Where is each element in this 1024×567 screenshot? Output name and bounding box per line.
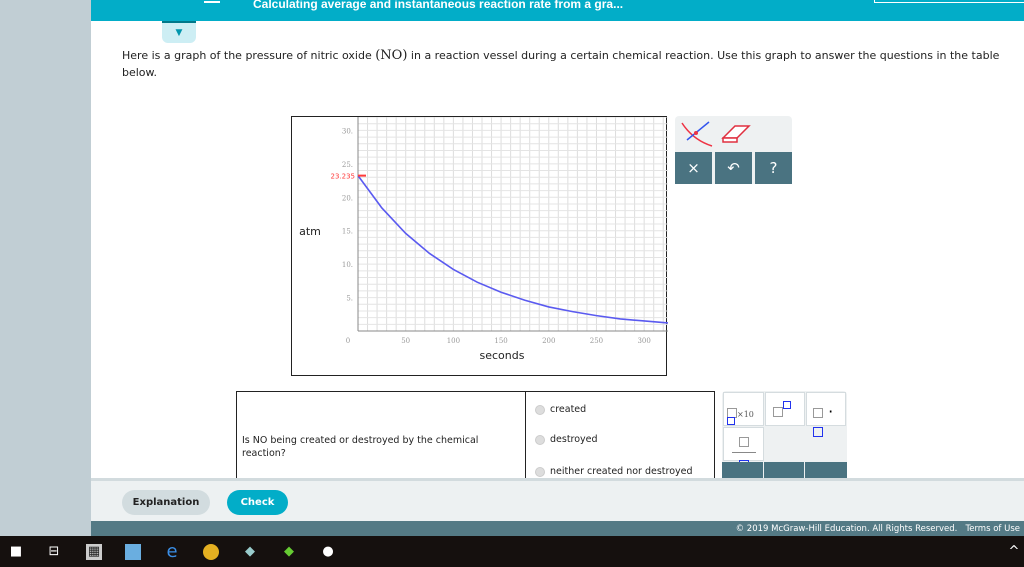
species-formula: (NO)	[375, 48, 408, 63]
y-tick-label: 30.	[342, 127, 353, 135]
copyright-text: © 2019 McGraw-Hill Education. All Rights…	[735, 524, 958, 534]
question-table: Is NO being created or destroyed by the …	[236, 391, 715, 482]
curve-tool-icon[interactable]	[679, 118, 715, 148]
task-view-icon[interactable]: ⊟	[46, 544, 62, 560]
option-label: destroyed	[550, 434, 598, 445]
caret-down-icon: ▼	[175, 28, 183, 38]
collapse-toggle[interactable]: ▼	[162, 21, 196, 43]
top-bar: Calculating average and instantaneous re…	[91, 0, 1024, 21]
multiply-dot-button[interactable]: ·	[806, 392, 846, 437]
steam-icon[interactable]: ●	[320, 544, 336, 560]
x-tick-label: 250	[590, 337, 603, 345]
x-tick-label: 300	[637, 337, 650, 345]
check-button[interactable]: Check	[227, 490, 288, 515]
help-button[interactable]: ?	[755, 152, 792, 184]
y-axis-label: atm	[299, 225, 321, 238]
radio-button[interactable]	[535, 466, 545, 477]
eraser-icon[interactable]	[719, 120, 753, 146]
option-label: neither created nor destroyed	[550, 466, 693, 477]
scientific-notation-button[interactable]: ×10	[723, 392, 764, 426]
math-palette: ×10 ·	[722, 391, 847, 481]
tray-chevron-icon[interactable]: ^	[1006, 544, 1022, 560]
explanation-button[interactable]: Explanation	[122, 490, 210, 515]
clear-button[interactable]: ×	[675, 152, 712, 184]
x-tick-label: 150	[494, 337, 507, 345]
question-text: Is NO being created or destroyed by the …	[242, 435, 479, 459]
x10-label: ×10	[737, 410, 754, 419]
x-tick-label: 200	[542, 337, 555, 345]
option-neither[interactable]: neither created nor destroyed	[535, 466, 693, 477]
y-tick-label: 20.	[342, 194, 353, 202]
radio-button[interactable]	[535, 404, 545, 415]
annotation-label: 23.235	[331, 173, 356, 181]
undo-button[interactable]: ↶	[715, 152, 752, 184]
superscript-button[interactable]	[765, 392, 805, 426]
bottom-bar: Explanation Check	[91, 478, 1024, 521]
y-tick-label: 25.	[342, 161, 353, 169]
minecraft-icon[interactable]: ◆	[281, 544, 297, 560]
prompt-text: Here is a graph of the pressure of nitri…	[122, 49, 376, 62]
chrome-icon[interactable]	[203, 544, 219, 560]
app-icon[interactable]	[125, 544, 141, 560]
fraction-button[interactable]	[723, 427, 764, 470]
question-prompt: Here is a graph of the pressure of nitri…	[122, 47, 1012, 81]
chart-svg[interactable]: 0 50 100 150 200 250 300 5. 10. 15. 20. 25. 30. 23.23…	[292, 117, 668, 377]
pressure-graph[interactable]: 0 50 100 150 200 250 300 5. 10. 15. 20. 25. 30. 23.23…	[291, 116, 668, 377]
menu-icon[interactable]	[204, 1, 220, 3]
graph-tools: × ↶ ?	[675, 116, 792, 184]
option-created[interactable]: created	[535, 404, 586, 415]
edge-browser-icon[interactable]: e	[164, 543, 180, 561]
terms-link[interactable]: Terms of Use	[965, 524, 1020, 534]
x-tick-label: 0	[346, 337, 350, 345]
progress-tabs[interactable]	[874, 0, 1024, 3]
y-tick-label: 15.	[342, 228, 353, 236]
question-cell: Is NO being created or destroyed by the …	[237, 392, 526, 482]
y-tick-label: 5.	[346, 295, 353, 303]
x-axis-label: seconds	[480, 349, 525, 362]
option-destroyed[interactable]: destroyed	[535, 434, 598, 445]
x-tick-label: 50	[401, 337, 410, 345]
x-tick-label: 100	[447, 337, 460, 345]
taskbar: ■ ⊟ ▦ e ◆ ◆ ● ^	[0, 536, 1024, 567]
option-label: created	[550, 404, 587, 415]
left-sidebar	[0, 0, 91, 536]
footer: © 2019 McGraw-Hill Education. All Rights…	[91, 521, 1024, 536]
windows-start-icon[interactable]: ■	[8, 544, 24, 560]
y-tick-label: 10.	[342, 261, 353, 269]
calculator-icon[interactable]: ▦	[86, 544, 102, 560]
page-title: Calculating average and instantaneous re…	[253, 0, 624, 11]
radio-button[interactable]	[535, 434, 545, 445]
kodi-icon[interactable]: ◆	[242, 544, 258, 560]
